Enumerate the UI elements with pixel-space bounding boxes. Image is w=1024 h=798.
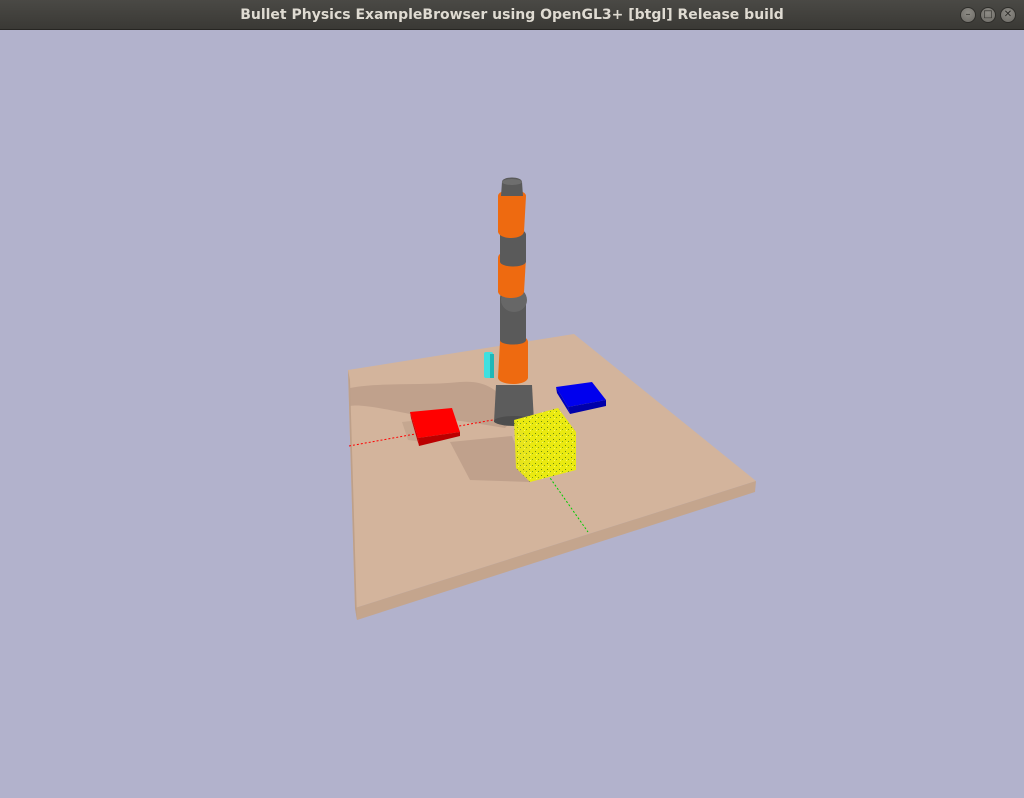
- minimize-icon[interactable]: –: [960, 7, 976, 23]
- cyan-block: [484, 352, 494, 378]
- physics-scene: [348, 177, 756, 620]
- app-window: Bullet Physics ExampleBrowser using Open…: [0, 0, 1024, 798]
- maximize-icon[interactable]: □: [980, 7, 996, 23]
- 3d-viewport[interactable]: [0, 30, 1024, 798]
- robot-arm: [494, 177, 534, 426]
- title-bar[interactable]: Bullet Physics ExampleBrowser using Open…: [0, 0, 1024, 30]
- close-icon[interactable]: ✕: [1000, 7, 1016, 23]
- window-title: Bullet Physics ExampleBrowser using Open…: [240, 7, 784, 23]
- window-controls: – □ ✕: [960, 7, 1016, 23]
